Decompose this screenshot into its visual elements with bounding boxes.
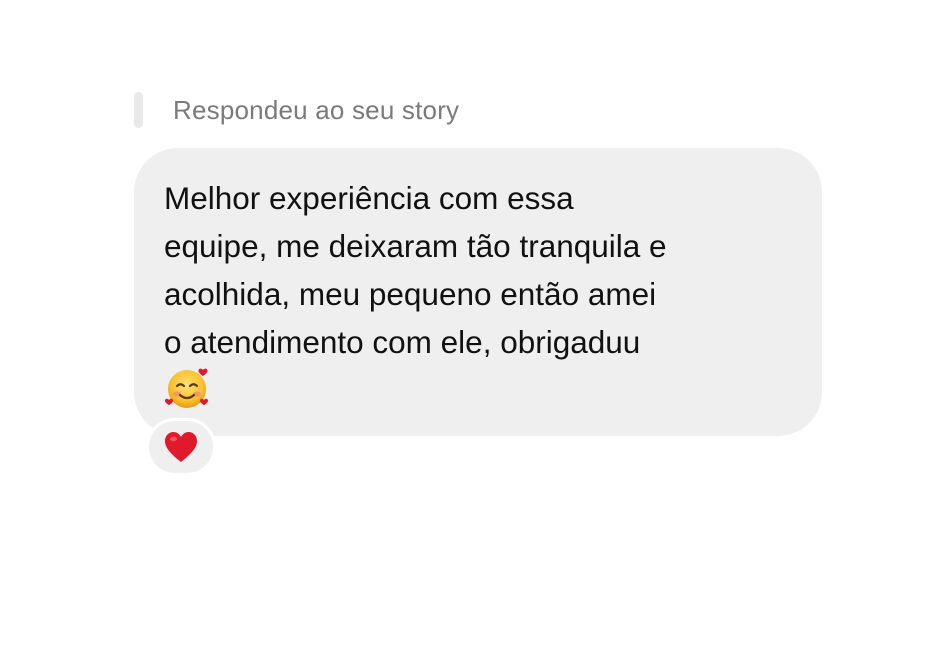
- reaction-pill[interactable]: [146, 418, 216, 476]
- reply-label: Respondeu ao seu story: [173, 94, 460, 125]
- message-text: Melhor experiência com essa equipe, me d…: [164, 180, 667, 360]
- story-reply-header: Respondeu ao seu story: [134, 92, 459, 128]
- message-bubble[interactable]: Melhor experiência com essa equipe, me d…: [134, 148, 822, 436]
- smiling-face-with-hearts-icon: [164, 368, 209, 408]
- red-heart-icon: [165, 432, 197, 462]
- reply-indicator-bar: [134, 92, 143, 128]
